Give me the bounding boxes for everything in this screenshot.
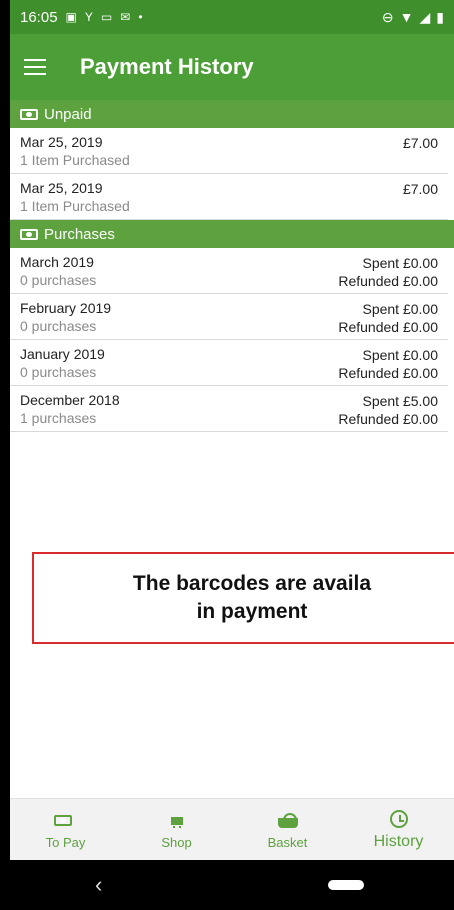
nav-basket[interactable]: Basket	[238, 811, 338, 850]
refunded-amount: Refunded £0.00	[338, 365, 438, 381]
spent-amount: Spent £0.00	[362, 255, 438, 271]
purchase-month-row[interactable]: February 2019 0 purchases Spent £0.00 Re…	[10, 294, 448, 340]
system-navigation: ‹	[10, 860, 454, 910]
image-icon: ▣	[65, 10, 77, 24]
purchase-count: 0 purchases	[20, 317, 97, 334]
bottom-navigation: To Pay Shop Basket History	[10, 798, 454, 861]
nav-label: Shop	[161, 834, 192, 850]
nav-label: History	[373, 833, 424, 850]
menu-icon[interactable]	[24, 59, 46, 75]
money-icon	[20, 228, 38, 240]
status-bar: 16:05 ▣ Y ▭ ✉ • ⊖ ▼ ◢ ▮	[10, 0, 454, 34]
unpaid-amount: £7.00	[402, 181, 438, 197]
spent-amount: Spent £0.00	[362, 301, 438, 317]
spent-amount: Spent £5.00	[362, 393, 438, 409]
money-icon	[53, 815, 72, 826]
month-label: March 2019	[20, 253, 94, 270]
section-purchases-header: Purchases	[10, 220, 454, 248]
section-unpaid-header: Unpaid	[10, 100, 454, 128]
callout-line-1: The barcodes are availa	[132, 572, 372, 595]
phone-screen: 16:05 ▣ Y ▭ ✉ • ⊖ ▼ ◢ ▮ Payment History …	[10, 0, 454, 910]
clock-icon	[389, 810, 408, 828]
unpaid-sub: 1 Item Purchased	[20, 151, 130, 168]
month-label: January 2019	[20, 345, 105, 362]
nav-shop[interactable]: Shop	[127, 811, 227, 850]
nav-to-pay[interactable]: To Pay	[16, 811, 116, 850]
unpaid-row[interactable]: Mar 25, 2019 1 Item Purchased £7.00	[10, 128, 448, 174]
refunded-amount: Refunded £0.00	[338, 319, 438, 335]
home-pill-icon[interactable]	[328, 880, 364, 890]
signal-icon: ◢	[419, 8, 431, 25]
basket-icon	[277, 812, 298, 828]
callout-line-2: in payment	[196, 600, 308, 623]
purchase-month-row[interactable]: December 2018 1 purchases Spent £5.00 Re…	[10, 386, 448, 432]
dnd-icon: ⊖	[381, 8, 394, 25]
nav-label: Basket	[267, 834, 308, 850]
battery-icon: ▮	[436, 8, 444, 25]
month-label: February 2019	[20, 299, 112, 316]
app-bar: Payment History	[10, 34, 454, 100]
nav-label: To Pay	[45, 834, 86, 850]
mail-icon: ✉	[120, 10, 131, 24]
wifi-icon: ▼	[399, 9, 414, 25]
status-time: 16:05	[20, 8, 58, 26]
cart-icon	[168, 814, 186, 828]
month-label: December 2018	[20, 391, 120, 408]
unpaid-sub: 1 Item Purchased	[20, 197, 130, 214]
unpaid-date: Mar 25, 2019	[20, 179, 103, 196]
page-title: Payment History	[80, 54, 254, 79]
dot-icon: •	[138, 10, 143, 24]
purchase-month-row[interactable]: January 2019 0 purchases Spent £0.00 Ref…	[10, 340, 448, 386]
antenna-icon: Y	[84, 10, 93, 24]
purchase-count: 0 purchases	[20, 271, 97, 288]
back-icon[interactable]: ‹	[95, 872, 102, 898]
purchase-count: 1 purchases	[20, 409, 97, 426]
refunded-amount: Refunded £0.00	[338, 273, 438, 289]
unpaid-date: Mar 25, 2019	[20, 133, 103, 150]
section-title: Unpaid	[44, 105, 92, 123]
barcode-info-callout: The barcodes are availa in payment	[32, 552, 454, 644]
money-icon	[20, 108, 38, 120]
spent-amount: Spent £0.00	[362, 347, 438, 363]
purchase-month-row[interactable]: March 2019 0 purchases Spent £0.00 Refun…	[10, 248, 448, 294]
section-title: Purchases	[44, 225, 115, 243]
nav-history[interactable]: History	[349, 809, 449, 851]
sim-icon: ▭	[100, 10, 113, 24]
unpaid-row[interactable]: Mar 25, 2019 1 Item Purchased £7.00	[10, 174, 448, 220]
purchase-count: 0 purchases	[20, 363, 97, 380]
refunded-amount: Refunded £0.00	[338, 411, 438, 427]
unpaid-amount: £7.00	[402, 135, 438, 151]
